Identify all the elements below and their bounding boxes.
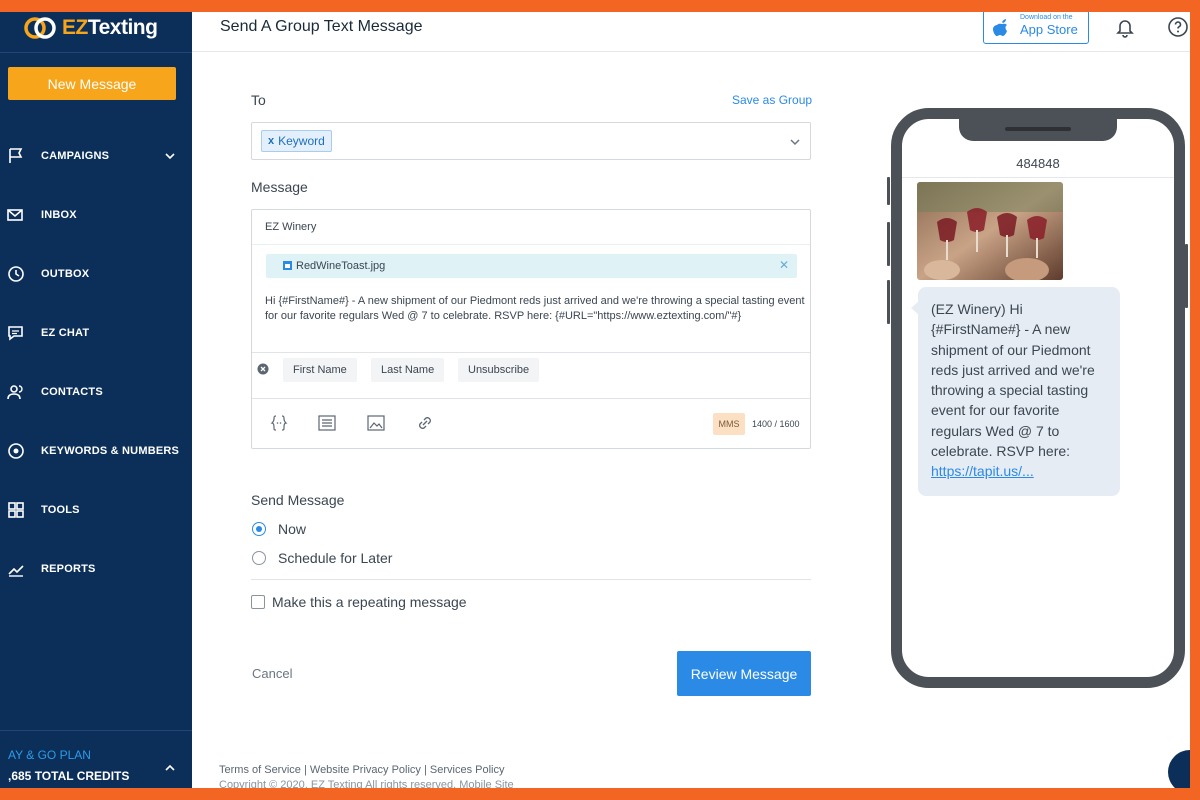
app-window: EZTexting New Message CAMPAIGNS INBOX OU… — [0, 12, 1190, 788]
phone-button — [887, 222, 890, 266]
bell-icon[interactable] — [1114, 16, 1136, 38]
link-icon[interactable] — [415, 413, 435, 433]
radio-schedule-later-label[interactable]: Schedule for Later — [278, 550, 392, 566]
phone-button — [1185, 244, 1188, 308]
phone-sender-number: 484848 — [1016, 156, 1060, 171]
sidebar-item-label: REPORTS — [41, 563, 96, 575]
message-type-badge: MMS — [713, 413, 745, 435]
to-label: To — [251, 92, 266, 108]
divider — [252, 352, 810, 353]
app-store-big-text: App Store — [1020, 22, 1078, 37]
sidebar-item-label: CONTACTS — [41, 386, 103, 398]
sidebar-item-inbox[interactable]: INBOX — [0, 200, 192, 230]
target-icon — [8, 443, 24, 459]
sidebar-item-label: INBOX — [41, 209, 77, 221]
character-count: 1400 / 1600 — [752, 419, 800, 429]
tag-unsubscribe[interactable]: Unsubscribe — [458, 358, 540, 382]
radio-now[interactable] — [252, 522, 266, 536]
divider — [251, 579, 811, 580]
cancel-button[interactable]: Cancel — [252, 666, 292, 681]
chart-icon — [8, 565, 24, 577]
page-title: Send A Group Text Message — [220, 18, 423, 35]
flag-icon — [9, 148, 23, 163]
divider — [902, 177, 1174, 178]
new-message-button[interactable]: New Message — [8, 67, 176, 100]
divider — [0, 52, 192, 53]
sidebar-item-label: TOOLS — [41, 504, 80, 516]
chevron-down-icon — [165, 153, 175, 160]
attachment-filename: RedWineToast.jpg — [296, 260, 386, 272]
remove-chip-icon[interactable]: x — [268, 135, 274, 147]
remove-attachment-icon[interactable]: ✕ — [779, 258, 789, 272]
recipient-select[interactable]: x Keyword — [251, 122, 811, 160]
divider — [252, 398, 810, 399]
chevron-up-icon[interactable] — [163, 761, 177, 775]
recipient-chip[interactable]: x Keyword — [261, 130, 332, 152]
phone-preview: 484848 (EZ Winery) Hi {#FirstName#} - A … — [891, 108, 1185, 688]
tag-last-name[interactable]: Last Name — [371, 358, 445, 382]
message-composer: EZ Winery RedWineToast.jpg ✕ Hi {#FirstN… — [251, 209, 811, 449]
review-message-button[interactable]: Review Message — [677, 651, 811, 696]
sidebar-item-contacts[interactable]: CONTACTS — [0, 377, 192, 407]
grid-icon — [8, 502, 24, 518]
footer-links[interactable]: Terms of Service | Website Privacy Polic… — [219, 764, 504, 776]
footer-copyright: Copyright © 2020. EZ Texting All rights … — [219, 779, 514, 788]
message-textarea[interactable]: Hi {#FirstName#} - A new shipment of our… — [265, 294, 805, 324]
app-store-small-text: Download on the — [1020, 14, 1073, 21]
repeat-checkbox-label[interactable]: Make this a repeating message — [272, 594, 467, 610]
help-icon[interactable] — [1167, 16, 1189, 38]
sidebar-item-tools[interactable]: TOOLS — [0, 495, 192, 525]
clear-circle-icon[interactable] — [257, 363, 269, 375]
message-label: Message — [251, 179, 308, 195]
contacts-icon — [7, 385, 23, 400]
template-icon[interactable] — [317, 413, 337, 433]
sidebar: EZTexting New Message CAMPAIGNS INBOX OU… — [0, 12, 192, 788]
mail-icon — [7, 209, 23, 221]
sidebar-item-label: KEYWORDS & NUMBERS — [41, 445, 180, 457]
message-bubble: (EZ Winery) Hi {#FirstName#} - A new shi… — [911, 287, 1120, 496]
send-message-label: Send Message — [251, 492, 345, 508]
divider — [252, 244, 810, 245]
image-file-icon — [283, 261, 292, 270]
sidebar-item-campaigns[interactable]: CAMPAIGNS — [0, 141, 192, 171]
logo-text: EZTexting — [62, 16, 158, 39]
mms-image-preview — [917, 182, 1063, 280]
image-icon[interactable] — [366, 413, 386, 433]
sidebar-item-outbox[interactable]: OUTBOX — [0, 259, 192, 289]
sidebar-item-reports[interactable]: REPORTS — [0, 554, 192, 584]
bubble-text: (EZ Winery) Hi {#FirstName#} - A new shi… — [931, 301, 1095, 460]
recipient-chip-label: Keyword — [278, 134, 325, 148]
phone-notch — [959, 117, 1117, 141]
radio-schedule-later[interactable] — [252, 551, 266, 565]
plan-name[interactable]: AY & GO PLAN — [8, 748, 91, 762]
sidebar-item-ez-chat[interactable]: EZ CHAT — [0, 318, 192, 348]
apple-icon — [993, 19, 1007, 36]
radio-now-label[interactable]: Now — [278, 521, 306, 537]
sidebar-item-keywords-numbers[interactable]: KEYWORDS & NUMBERS — [0, 436, 192, 466]
bubble-link[interactable]: https://tapit.us/... — [931, 463, 1034, 479]
phone-button — [887, 280, 890, 324]
chat-icon — [8, 326, 23, 341]
tag-first-name[interactable]: First Name — [283, 358, 357, 382]
sidebar-item-label: CAMPAIGNS — [41, 150, 110, 162]
chat-widget-icon[interactable] — [1168, 750, 1190, 788]
braces-icon[interactable] — [269, 413, 289, 433]
sender-name[interactable]: EZ Winery — [265, 221, 316, 233]
repeat-checkbox[interactable] — [251, 595, 265, 609]
logo-rings-icon — [24, 17, 56, 39]
clock-icon — [8, 266, 24, 282]
ez-texting-logo[interactable]: EZTexting — [24, 14, 158, 42]
phone-button — [887, 177, 890, 205]
app-store-badge[interactable]: Download on the App Store — [983, 12, 1089, 44]
attachment-bar: RedWineToast.jpg ✕ — [266, 254, 797, 278]
sidebar-item-label: EZ CHAT — [41, 327, 90, 339]
top-header: Send A Group Text Message Download on th… — [192, 12, 1190, 52]
total-credits: ,685 TOTAL CREDITS — [8, 769, 130, 783]
sidebar-item-label: OUTBOX — [41, 268, 90, 280]
chevron-down-icon[interactable] — [788, 135, 802, 149]
save-as-group-link[interactable]: Save as Group — [732, 93, 812, 107]
phone-speaker — [1005, 127, 1071, 131]
divider — [0, 730, 192, 731]
